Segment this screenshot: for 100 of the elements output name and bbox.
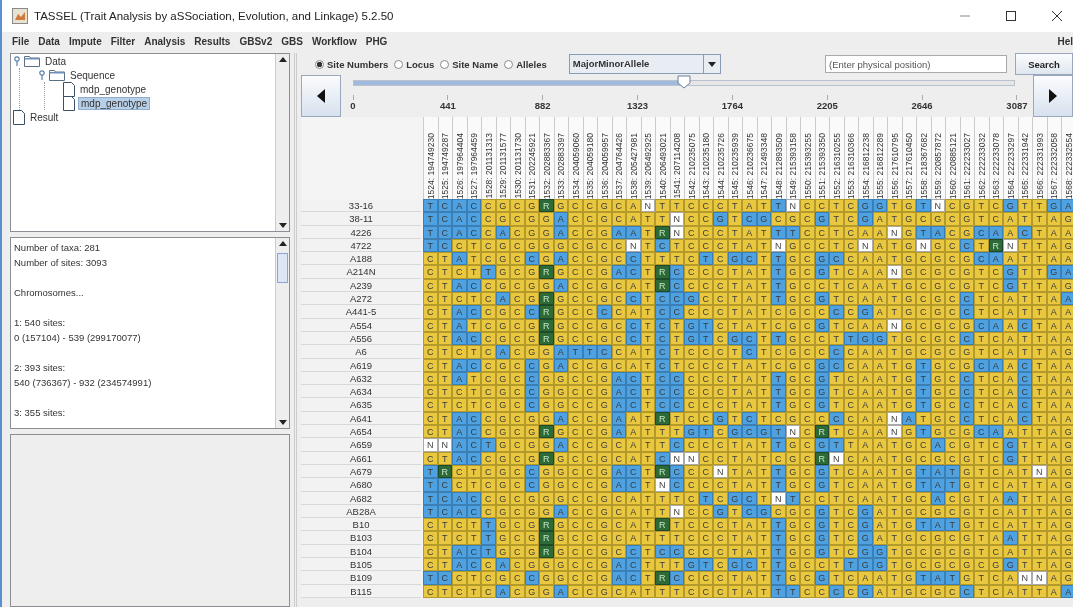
folder-icon bbox=[49, 69, 65, 81]
genotype-cell: C bbox=[945, 385, 960, 399]
previous-button[interactable] bbox=[301, 75, 341, 117]
radio-option[interactable]: Locus bbox=[394, 58, 435, 70]
menu-item[interactable]: Data bbox=[38, 35, 60, 47]
radio-icon[interactable] bbox=[315, 59, 324, 69]
genotype-cell: C bbox=[945, 438, 960, 452]
document-icon bbox=[13, 109, 25, 125]
search-button[interactable]: Search bbox=[1015, 53, 1073, 75]
genotype-cell: T bbox=[423, 478, 438, 492]
genotype-cell: C bbox=[916, 558, 931, 572]
genotype-cell: C bbox=[510, 531, 525, 545]
ruler-label: 3087 bbox=[1006, 100, 1028, 111]
expand-handle-icon[interactable] bbox=[13, 56, 21, 66]
genotype-cell: G bbox=[1003, 199, 1018, 213]
genotype-cell: C bbox=[916, 292, 931, 306]
menu-item[interactable]: Impute bbox=[68, 35, 102, 47]
genotype-cell: T bbox=[771, 571, 786, 585]
menu-item[interactable]: Results bbox=[194, 35, 231, 47]
genotype-cell: C bbox=[713, 518, 728, 532]
position-field[interactable]: (Enter physical position) bbox=[825, 55, 1007, 73]
genotype-cell: A bbox=[626, 438, 641, 452]
menu-item[interactable]: Hel bbox=[1057, 35, 1073, 47]
tree-item[interactable]: mdp_genotype bbox=[78, 96, 151, 110]
genotype-cell: C bbox=[481, 571, 496, 585]
menu-item[interactable]: GBSv2 bbox=[239, 35, 273, 47]
radio-icon[interactable] bbox=[394, 59, 404, 69]
site-slider[interactable] bbox=[353, 75, 1015, 91]
info-text: 3: 355 sites: bbox=[14, 406, 67, 420]
ruler-label: 1323 bbox=[626, 100, 649, 111]
genotype-cell: A bbox=[452, 212, 467, 226]
menu-item[interactable]: Workflow bbox=[311, 35, 357, 47]
radio-label[interactable]: Locus bbox=[406, 58, 435, 70]
scrollbar[interactable] bbox=[275, 54, 289, 231]
genotype-cell: C bbox=[626, 571, 641, 585]
radio-icon[interactable] bbox=[504, 59, 514, 69]
genotype-cell: C bbox=[481, 345, 496, 359]
genotype-cell: T bbox=[887, 212, 902, 226]
radio-label[interactable]: Site Numbers bbox=[327, 58, 389, 70]
scroll-up-icon[interactable] bbox=[278, 57, 287, 62]
menu-item[interactable]: GBS bbox=[281, 35, 303, 47]
genotype-cell: T bbox=[916, 199, 931, 213]
scrollbar[interactable] bbox=[275, 238, 289, 428]
next-button[interactable] bbox=[1033, 75, 1073, 117]
genotype-cell: C bbox=[713, 438, 728, 452]
genotype-cell: C bbox=[510, 425, 525, 439]
color-mode-dropdown[interactable]: MajorMinorAllele bbox=[568, 54, 721, 74]
menu-item[interactable]: Analysis bbox=[144, 35, 186, 47]
scroll-up-icon[interactable] bbox=[278, 241, 287, 246]
genotype-cell: G bbox=[1061, 345, 1073, 359]
genotype-cell: C bbox=[481, 398, 496, 412]
genotype-cell: A bbox=[1003, 398, 1018, 412]
radio-label[interactable]: Alleles bbox=[516, 58, 547, 70]
genotype-cell: C bbox=[974, 425, 989, 439]
scroll-down-icon[interactable] bbox=[278, 223, 287, 228]
tree-item[interactable]: Data bbox=[43, 55, 69, 67]
genotype-cell: G bbox=[858, 212, 873, 226]
genotype-cell: C bbox=[713, 558, 728, 572]
menu-item[interactable]: File bbox=[12, 35, 30, 47]
genotype-cell: C bbox=[481, 199, 496, 213]
genotype-cell: C bbox=[713, 385, 728, 399]
genotype-cell: T bbox=[1032, 345, 1047, 359]
radio-option[interactable]: Site Numbers bbox=[315, 58, 389, 70]
genotype-cell: T bbox=[481, 438, 496, 452]
genotype-cell: C bbox=[800, 252, 815, 266]
maximize-icon[interactable] bbox=[1005, 10, 1017, 22]
genotype-cell: G bbox=[539, 478, 554, 492]
genotype-cell: A bbox=[452, 425, 467, 439]
window-title: TASSEL (Trait Analysis by aSSociation, Evolution, and Linkage) 5.2.50 bbox=[34, 10, 394, 22]
genotype-cell: C bbox=[423, 425, 438, 439]
genotype-cell: C bbox=[481, 478, 496, 492]
genotype-cell: G bbox=[1061, 531, 1073, 545]
expand-handle-icon[interactable] bbox=[38, 70, 46, 80]
radio-option[interactable]: Site Name bbox=[440, 58, 499, 70]
genotype-cell: N bbox=[423, 438, 438, 452]
genotype-cell: C bbox=[800, 518, 815, 532]
genotype-cell: A bbox=[1003, 531, 1018, 545]
genotype-cell: A bbox=[1003, 345, 1018, 359]
genotype-cell: C bbox=[945, 252, 960, 266]
tree-item[interactable]: mdp_genotype bbox=[78, 83, 149, 95]
scroll-thumb[interactable] bbox=[277, 253, 288, 283]
menu-item[interactable]: Filter bbox=[110, 35, 136, 47]
menu-item[interactable]: PHG bbox=[365, 35, 388, 47]
radio-label[interactable]: Site Name bbox=[452, 58, 499, 70]
radio-option[interactable]: Alleles bbox=[504, 58, 547, 70]
genotype-cell: C bbox=[684, 385, 699, 399]
genotype-cell: C bbox=[510, 518, 525, 532]
genotype-cell: G bbox=[858, 518, 873, 532]
genotype-cell: C bbox=[568, 305, 583, 319]
genotype-cell: A bbox=[1003, 212, 1018, 226]
genotype-cell: T bbox=[829, 398, 844, 412]
tree-item[interactable]: Sequence bbox=[68, 69, 118, 81]
genotype-cell: R bbox=[539, 531, 554, 545]
close-icon[interactable] bbox=[1051, 10, 1063, 22]
tree-item[interactable]: Result bbox=[28, 111, 61, 123]
genotype-cell: C bbox=[510, 558, 525, 572]
genotype-cell: T bbox=[829, 199, 844, 213]
genotype-cell: T bbox=[887, 558, 902, 572]
scroll-down-icon[interactable] bbox=[278, 420, 287, 425]
radio-icon[interactable] bbox=[440, 59, 450, 69]
